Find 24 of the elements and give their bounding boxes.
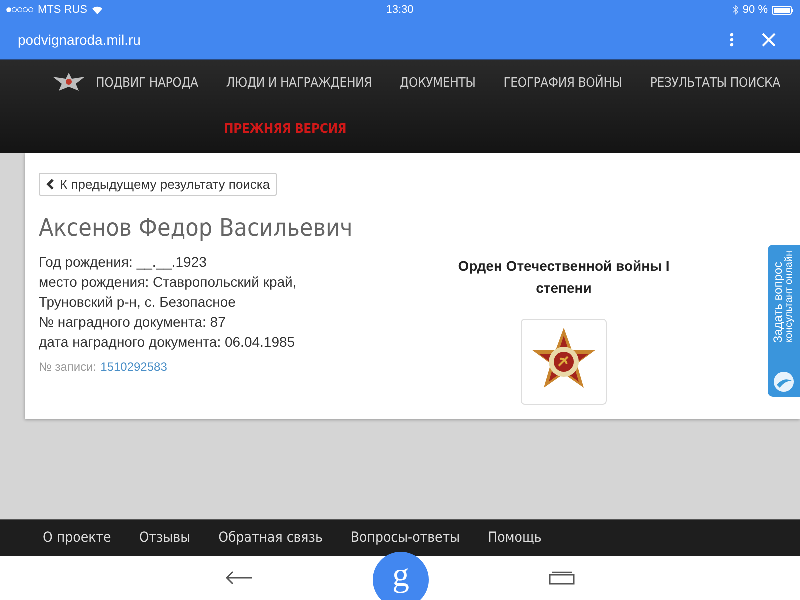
page-url: podvignaroda.mil.ru xyxy=(18,32,141,48)
home-button[interactable]: g xyxy=(373,552,429,600)
detail-line: № наградного документа: 87 xyxy=(39,313,227,332)
back-button[interactable]: К предыдущему результату поиска xyxy=(39,173,278,196)
nav-link[interactable]: ПОДВИГ НАРОДА xyxy=(96,76,198,90)
carrier-name: MTS RUS xyxy=(38,4,88,16)
nav-link[interactable]: ДОКУМЕНТЫ xyxy=(400,76,476,90)
footer-link[interactable]: Обратная связь xyxy=(218,530,323,546)
award-title: Орден Отечественной войны I степени xyxy=(457,257,671,298)
battery-percentage: 90 % xyxy=(742,4,768,16)
person-name: Аксенов Федор Васильевич xyxy=(39,214,354,242)
footer-link[interactable]: Помощь xyxy=(488,530,542,546)
record-label: № записи: xyxy=(39,360,97,374)
clock-time: 13:30 xyxy=(386,4,414,16)
nav-link[interactable]: ГЕОГРАФИЯ ВОЙНЫ xyxy=(504,76,622,90)
nav-link[interactable]: ЛЮДИ И НАГРАЖДЕНИЯ xyxy=(226,76,372,90)
nav-link[interactable]: РЕЗУЛЬТАТЫ ПОИСКА xyxy=(650,76,780,90)
detail-line: место рождения: Ставропольский край, xyxy=(39,273,298,292)
detail-line: Год рождения: __.__.1923 xyxy=(39,253,208,272)
footer-link[interactable]: Отзывы xyxy=(139,530,191,546)
footer-link[interactable]: Вопросы-ответы xyxy=(350,530,460,546)
detail-line: дата наградного документа: 06.04.1985 xyxy=(39,333,296,352)
footer-link[interactable]: О проекте xyxy=(43,530,112,546)
detail-line: Труновский р-н, с. Безопасное xyxy=(39,293,237,312)
